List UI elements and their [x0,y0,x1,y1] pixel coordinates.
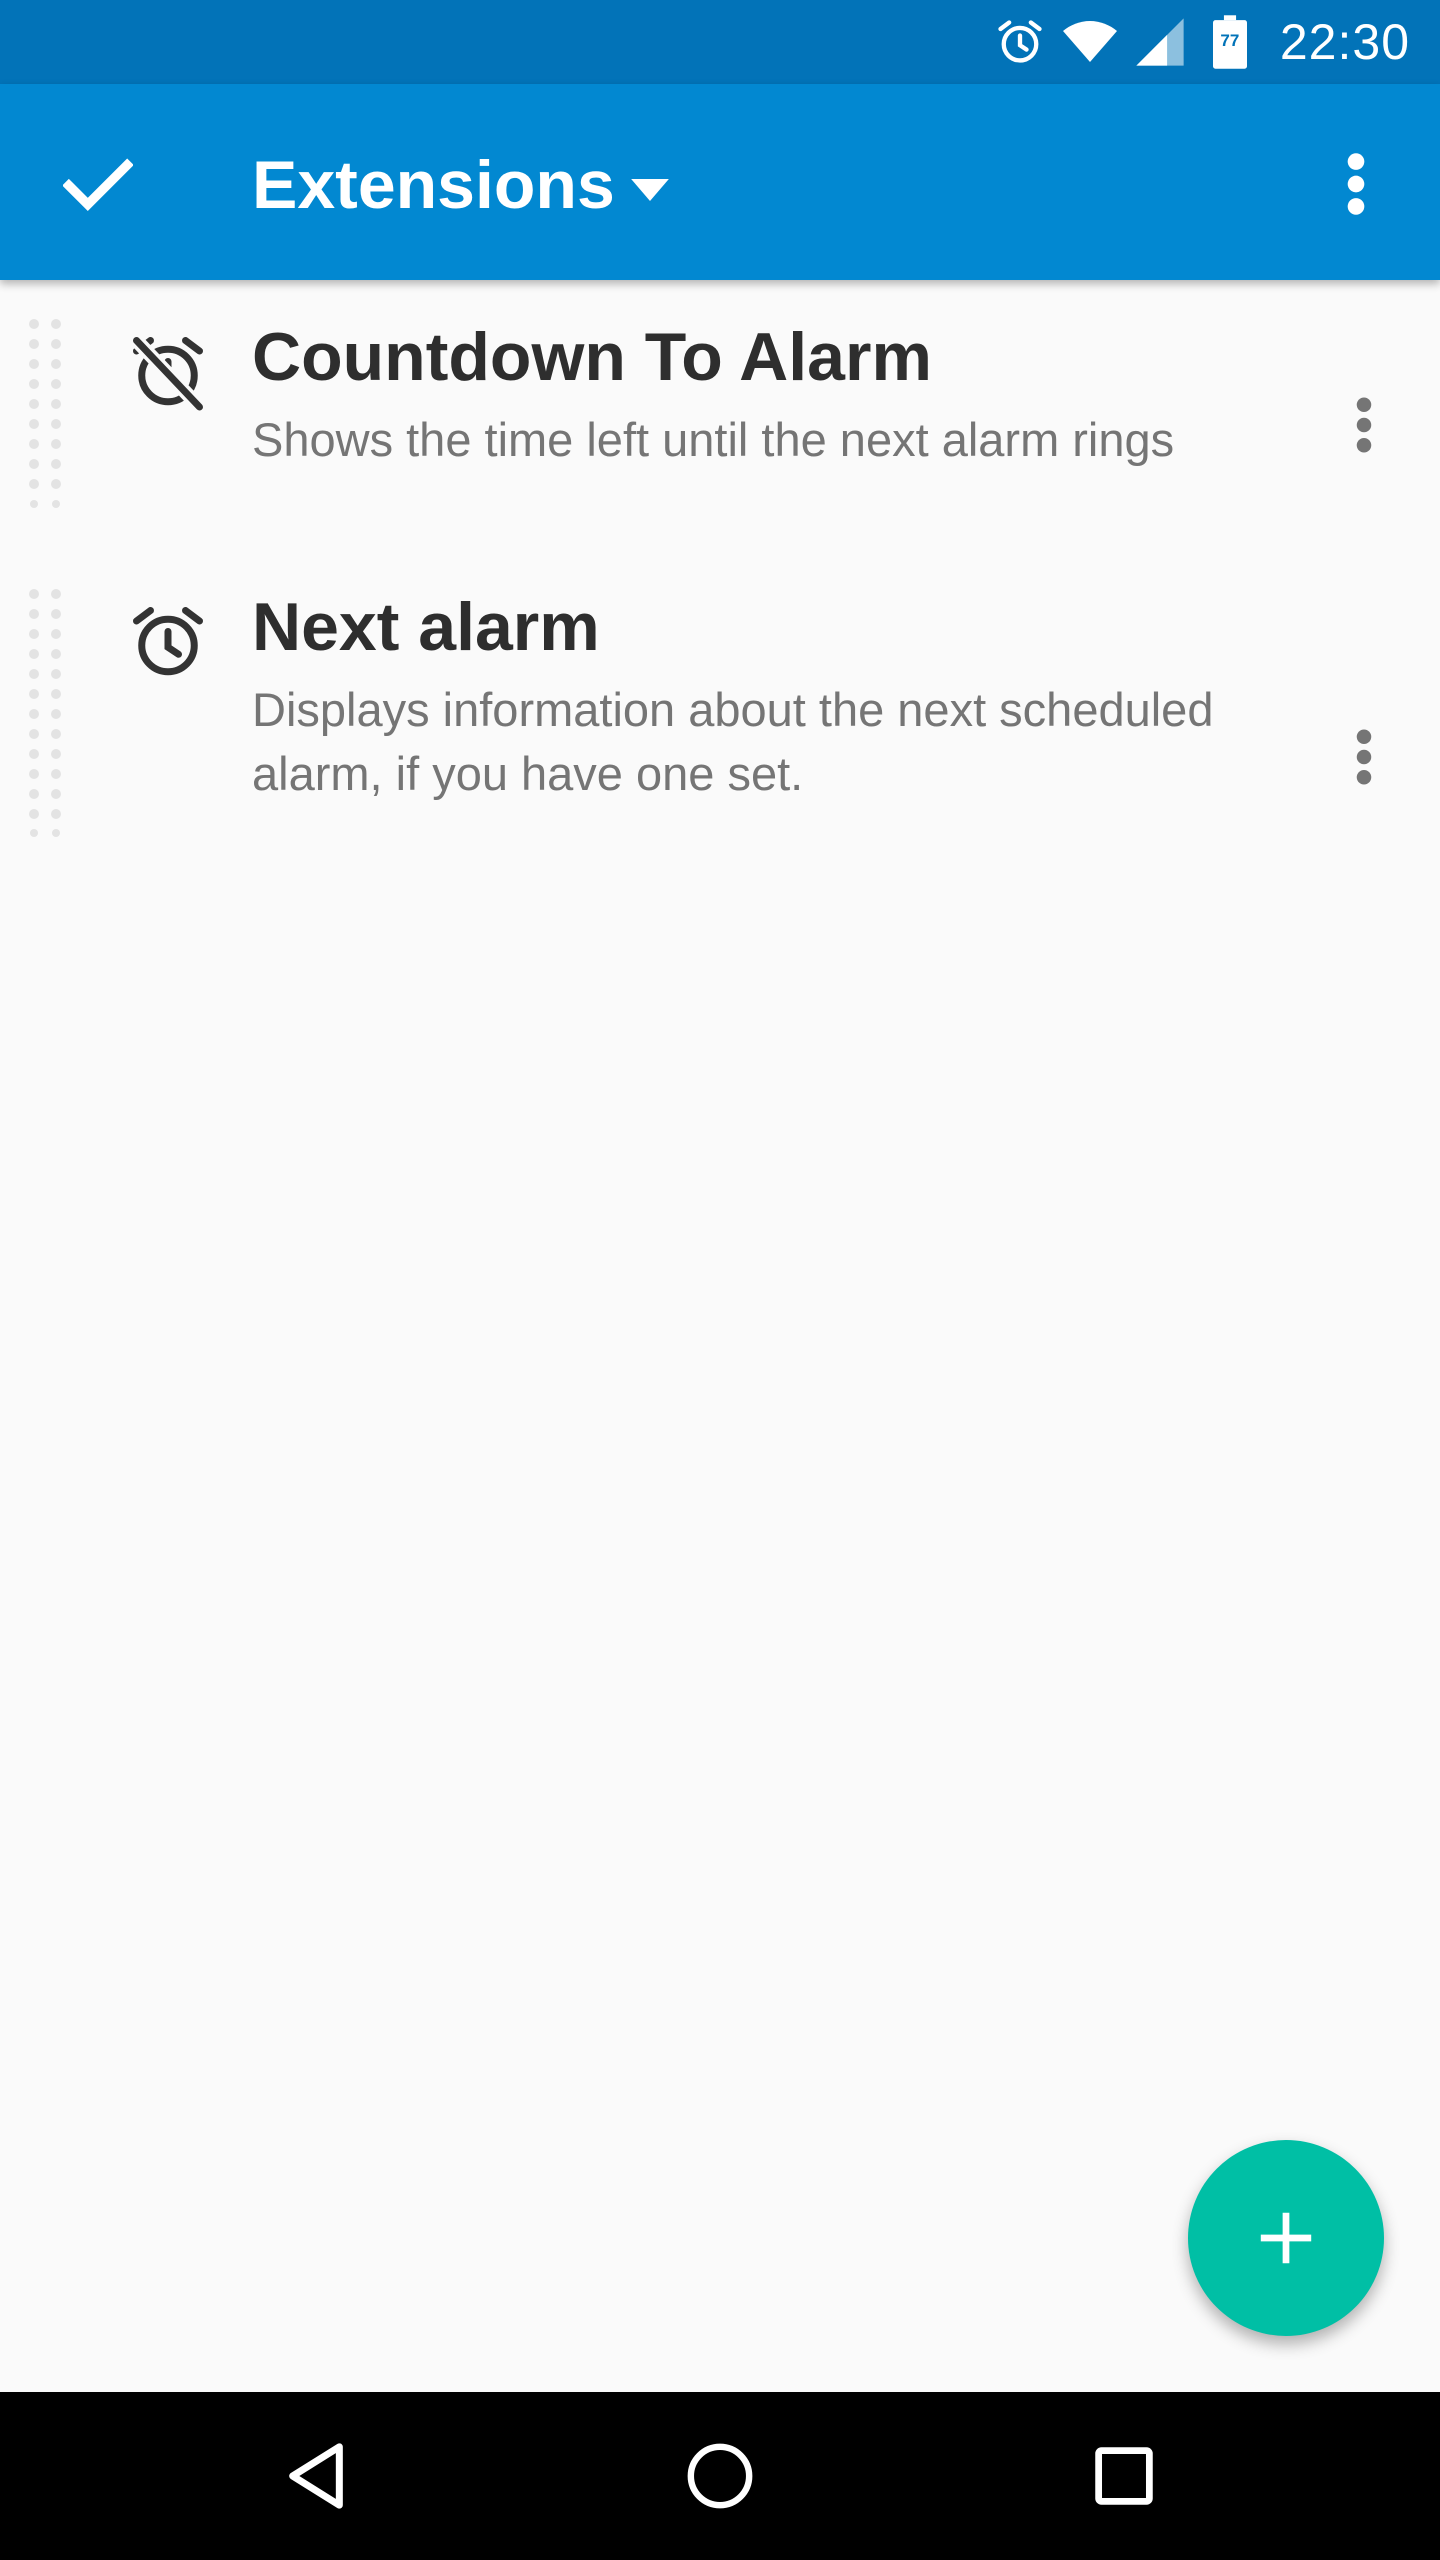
home-icon [687,2443,753,2509]
home-button[interactable] [670,2426,770,2526]
status-bar: 77 22:30 [0,0,1440,84]
page-title: Extensions [252,147,615,223]
arrow-drop-down-icon [630,179,669,201]
recents-button[interactable] [1074,2426,1174,2526]
plus-icon [1260,2212,1312,2264]
more-vert-icon [1356,397,1372,453]
battery-icon: 77 [1202,14,1258,70]
check-icon [63,158,133,212]
navigation-bar [0,2392,1440,2560]
more-vert-icon [1347,153,1365,215]
recents-icon [1095,2447,1153,2505]
app-bar: Extensions [0,84,1440,280]
extension-type-dropdown[interactable]: Extensions [252,140,669,230]
battery-level-label: 77 [1220,31,1240,50]
cell-signal-icon [1132,14,1188,70]
extension-menu-button[interactable] [1326,702,1402,812]
extension-item[interactable]: Next alarm Displays information about th… [0,588,1440,848]
extension-item[interactable]: Countdown To Alarm Shows the time left u… [0,318,1440,518]
alarm-clock-icon [133,607,203,676]
add-extension-button[interactable] [1188,2140,1384,2336]
back-button[interactable] [266,2426,366,2526]
extension-title: Countdown To Alarm [252,319,932,395]
extension-title: Next alarm [252,589,600,665]
wifi-icon [1062,14,1118,70]
overflow-menu-button[interactable] [1306,134,1406,234]
extension-menu-button[interactable] [1326,370,1402,480]
more-vert-icon [1356,729,1372,785]
alarm-off-icon [131,335,205,412]
back-icon [289,2443,343,2509]
alarm-icon [992,14,1048,70]
status-time: 22:30 [1279,14,1410,70]
extension-description: Shows the time left until the next alarm… [252,413,1175,466]
extension-description: Displays information about the next sche… [252,683,1214,800]
done-button[interactable] [48,134,148,234]
drag-handle-icon[interactable] [26,318,66,508]
drag-handle-icon[interactable] [26,588,66,838]
